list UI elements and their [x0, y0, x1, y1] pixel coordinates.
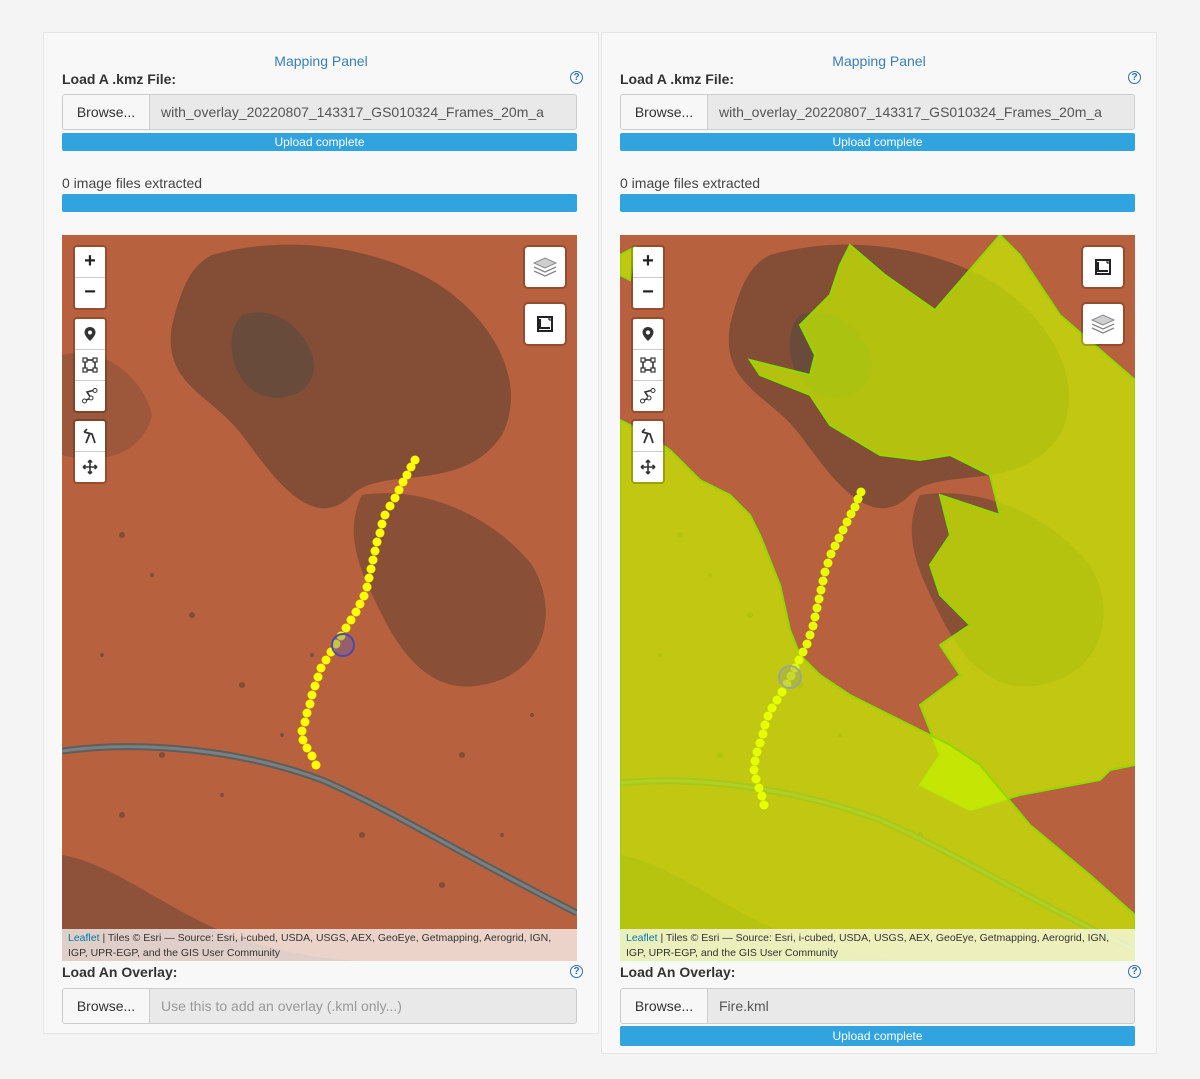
kmz-upload-progress: Upload complete [62, 133, 577, 151]
satellite-basemap [62, 235, 577, 961]
kmz-upload-progress: Upload complete [620, 133, 1135, 151]
help-icon[interactable]: ? [1128, 965, 1141, 978]
help-icon[interactable]: ? [1128, 71, 1141, 84]
leaflet-link[interactable]: Leaflet [68, 932, 100, 944]
mapping-panel-left: Mapping Panel Load A .kmz File: ? Browse… [43, 32, 599, 1034]
kmz-file-label: Load A .kmz File: [620, 71, 735, 87]
kmz-file-input[interactable]: Browse... with_overlay_20220807_143317_G… [620, 94, 1135, 130]
extract-status: 0 image files extracted [62, 175, 203, 191]
satellite-basemap [620, 235, 1135, 961]
polyline-icon[interactable] [75, 380, 105, 411]
move-icon[interactable] [633, 451, 663, 482]
extract-progress-bar [62, 194, 577, 212]
zoom-control: + − [631, 245, 665, 310]
layers-icon[interactable] [523, 245, 567, 289]
cut-icon[interactable] [633, 421, 663, 451]
zoom-control: + − [73, 245, 107, 310]
mapping-panel-right: Mapping Panel Load A .kmz File: ? Browse… [601, 32, 1157, 1054]
draw-toolbar [73, 317, 107, 413]
kmz-file-name: with_overlay_20220807_143317_GS010324_Fr… [719, 104, 1102, 120]
map-view[interactable]: + − Leaflet | Tiles © Esri — Source: Esr… [62, 235, 577, 961]
zoom-out-button[interactable]: − [633, 277, 663, 308]
rectangle-icon[interactable] [633, 349, 663, 380]
overlay-file-name: Use this to add an overlay (.kml only...… [161, 998, 402, 1014]
fullscreen-icon[interactable] [523, 302, 567, 346]
browse-button[interactable]: Browse... [621, 989, 708, 1023]
edit-toolbar [631, 419, 665, 484]
draw-toolbar [631, 317, 665, 413]
zoom-out-button[interactable]: − [75, 277, 105, 308]
browse-button[interactable]: Browse... [63, 989, 150, 1023]
overlay-file-label: Load An Overlay: [62, 964, 178, 980]
help-icon[interactable]: ? [570, 71, 583, 84]
zoom-in-button[interactable]: + [633, 247, 663, 277]
layers-icon[interactable] [1081, 302, 1125, 346]
cut-icon[interactable] [75, 421, 105, 451]
kmz-file-input[interactable]: Browse... with_overlay_20220807_143317_G… [62, 94, 577, 130]
current-position-marker [331, 633, 355, 657]
map-attribution: Leaflet | Tiles © Esri — Source: Esri, i… [620, 929, 1135, 961]
extract-status: 0 image files extracted [620, 175, 761, 191]
browse-button[interactable]: Browse... [63, 95, 150, 129]
move-icon[interactable] [75, 451, 105, 482]
panel-title: Mapping Panel [274, 53, 368, 69]
kmz-file-name: with_overlay_20220807_143317_GS010324_Fr… [161, 104, 544, 120]
polyline-icon[interactable] [633, 380, 663, 411]
leaflet-link[interactable]: Leaflet [626, 932, 658, 944]
rectangle-icon[interactable] [75, 349, 105, 380]
kmz-file-label: Load A .kmz File: [62, 71, 177, 87]
fullscreen-icon[interactable] [1081, 245, 1125, 289]
zoom-in-button[interactable]: + [75, 247, 105, 277]
panel-title: Mapping Panel [832, 53, 926, 69]
current-position-marker [778, 665, 802, 689]
overlay-file-input[interactable]: Browse... Fire.kml [620, 988, 1135, 1024]
marker-icon[interactable] [633, 319, 663, 349]
map-attribution: Leaflet | Tiles © Esri — Source: Esri, i… [62, 929, 577, 961]
help-icon[interactable]: ? [570, 965, 583, 978]
extract-progress-bar [620, 194, 1135, 212]
overlay-file-name: Fire.kml [719, 998, 769, 1014]
browse-button[interactable]: Browse... [621, 95, 708, 129]
overlay-file-label: Load An Overlay: [620, 964, 736, 980]
map-view[interactable]: + − Leaflet | Tiles © Esri — Source: Esr… [620, 235, 1135, 961]
marker-icon[interactable] [75, 319, 105, 349]
overlay-upload-progress: Upload complete [620, 1026, 1135, 1046]
edit-toolbar [73, 419, 107, 484]
overlay-file-input[interactable]: Browse... Use this to add an overlay (.k… [62, 988, 577, 1024]
